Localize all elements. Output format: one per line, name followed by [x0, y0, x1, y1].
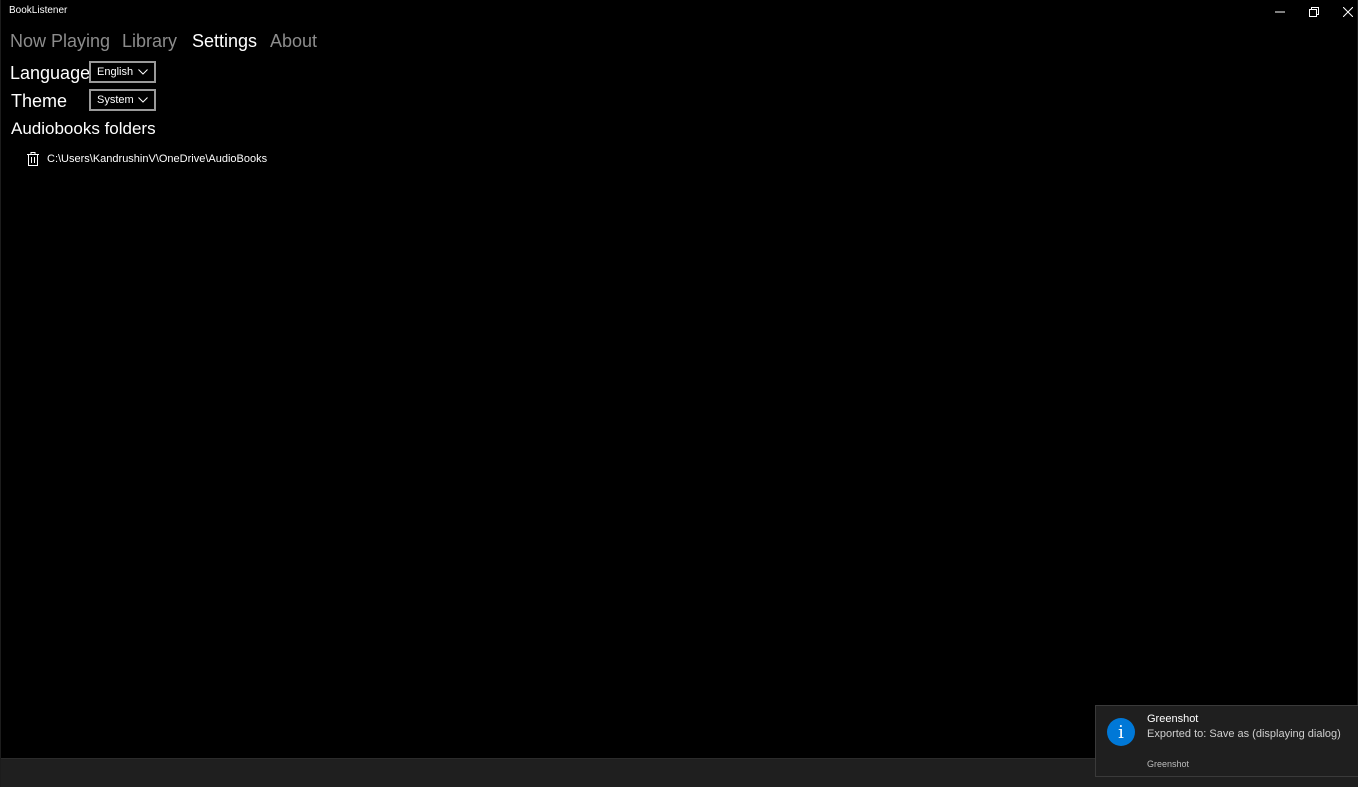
toast-body: Exported to: Save as (displaying dialog)	[1147, 728, 1341, 740]
toast-source: Greenshot	[1147, 759, 1190, 769]
toast-notification[interactable]: i Greenshot Exported to: Save as (displa…	[1095, 705, 1358, 777]
app-window: BookListener Now Playing Library Setting…	[0, 0, 1358, 787]
minimize-button[interactable]	[1263, 0, 1297, 24]
minimize-icon	[1275, 11, 1285, 13]
theme-select-value: System	[97, 94, 134, 106]
nav-now-playing[interactable]: Now Playing	[10, 31, 110, 52]
chevron-down-icon	[135, 69, 151, 75]
title-bar[interactable]: BookListener	[1, 0, 1358, 24]
restore-icon	[1309, 7, 1319, 17]
folder-list-item: C:\Users\KandrushinV\OneDrive\AudioBooks	[25, 150, 267, 168]
theme-select[interactable]: System	[89, 89, 156, 111]
language-label: Language	[10, 63, 91, 83]
language-select[interactable]: English	[89, 61, 156, 83]
trash-icon	[27, 152, 39, 166]
nav-library[interactable]: Library	[122, 31, 177, 52]
app-title: BookListener	[9, 5, 68, 16]
close-icon	[1343, 7, 1353, 17]
close-button[interactable]	[1331, 0, 1358, 24]
toast-title: Greenshot	[1147, 713, 1199, 725]
folder-path: C:\Users\KandrushinV\OneDrive\AudioBooks	[47, 153, 268, 165]
info-icon: i	[1107, 718, 1135, 746]
remove-folder-button[interactable]	[25, 151, 41, 167]
language-select-value: English	[97, 66, 134, 78]
chevron-down-icon	[135, 97, 151, 103]
audiobooks-folders-title: Audiobooks folders	[11, 119, 156, 138]
theme-label: Theme	[11, 91, 68, 111]
nav-about[interactable]: About	[270, 31, 317, 52]
nav-settings[interactable]: Settings	[192, 31, 257, 52]
restore-button[interactable]	[1297, 0, 1331, 24]
